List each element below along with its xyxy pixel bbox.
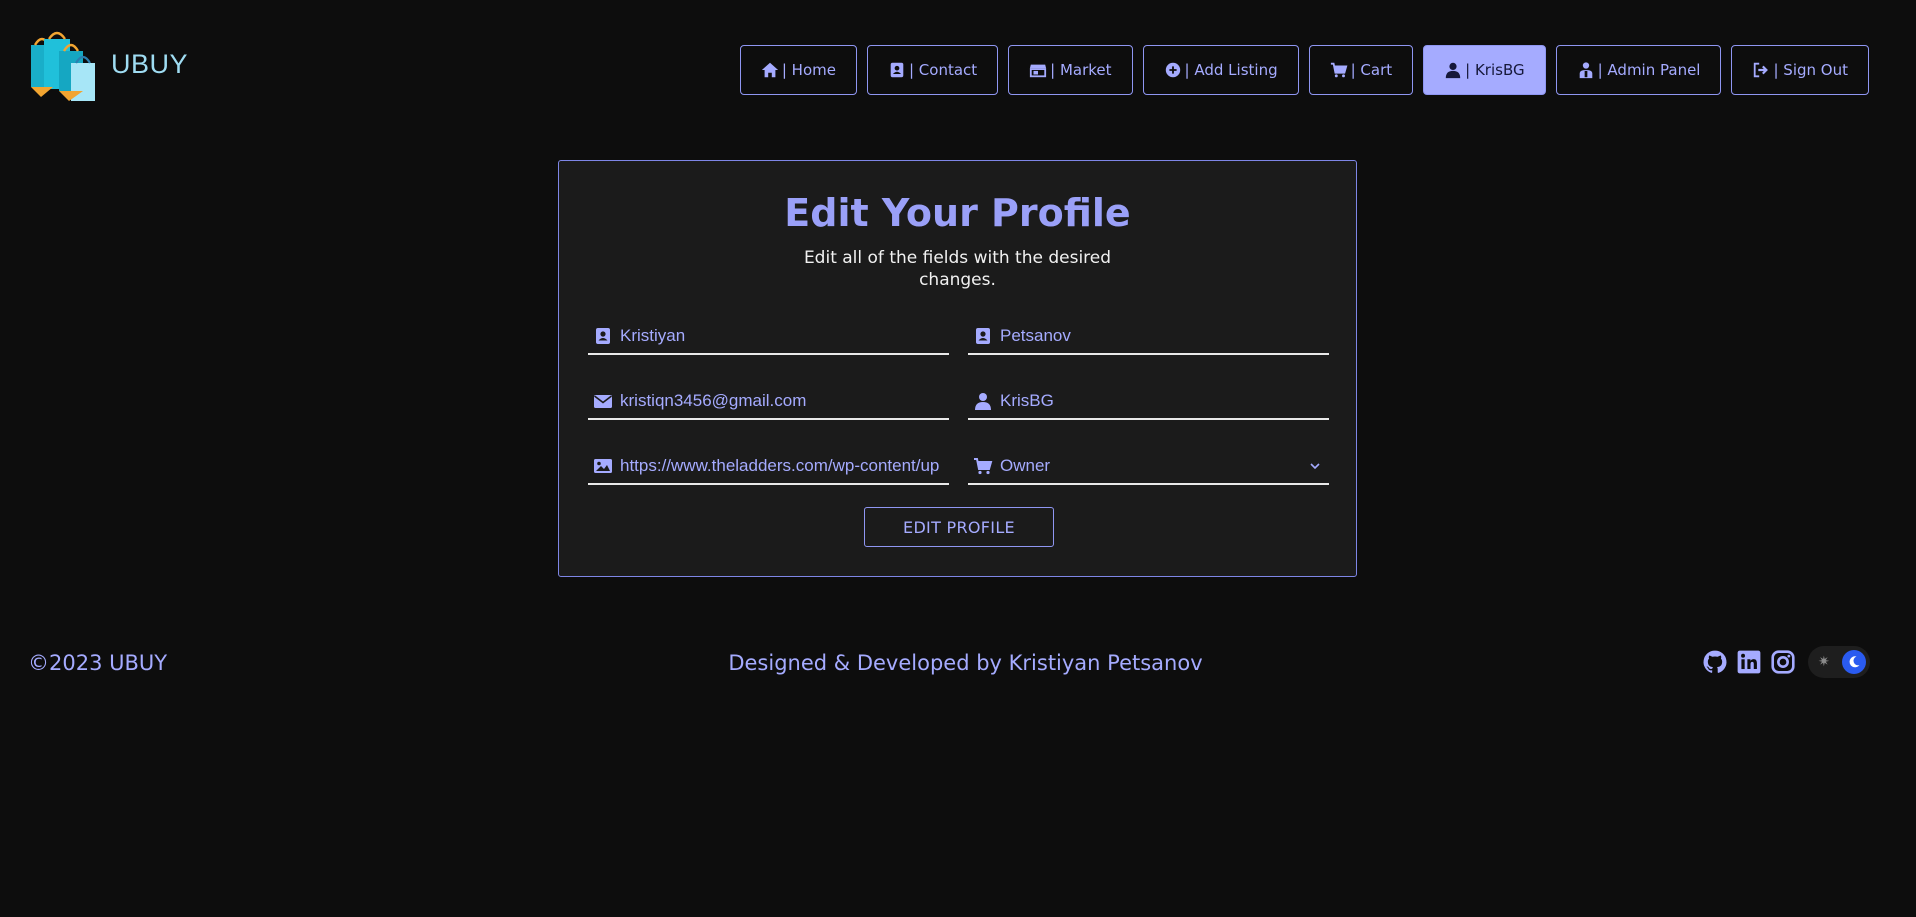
home-icon [761, 61, 779, 79]
image-url-value: https://www.theladders.com/wp-content/up [620, 456, 940, 475]
nav-market-button[interactable]: | Market [1008, 45, 1133, 95]
email-field[interactable]: kristiqn3456@gmail.com [588, 384, 949, 420]
theme-toggle[interactable]: ✷ [1808, 646, 1870, 678]
page-subtitle: Edit all of the fields with the desired … [803, 248, 1112, 290]
contact-card-icon [972, 325, 994, 347]
footer-credit: Designed & Developed by Kristiyan Petsan… [728, 651, 1203, 675]
page: UBUY | Home | Contact | Market | Add Lis… [0, 0, 1916, 917]
linkedin-icon[interactable] [1736, 649, 1762, 675]
user-icon [1444, 61, 1462, 79]
user-icon [972, 390, 994, 412]
nav-profile-label: | KrisBG [1465, 61, 1525, 79]
cart-icon [1330, 61, 1348, 79]
first-name-value: Kristiyan [620, 326, 686, 345]
username-field[interactable]: KrisBG [968, 384, 1329, 420]
moon-icon [1842, 650, 1866, 674]
image-icon [592, 455, 614, 477]
email-value: kristiqn3456@gmail.com [620, 391, 807, 410]
nav-add-listing-label: | Add Listing [1184, 61, 1278, 79]
brand-logo[interactable]: UBUY [29, 31, 188, 105]
last-name-value: Petsanov [1000, 326, 1071, 345]
nav-profile-button[interactable]: | KrisBG [1423, 45, 1546, 95]
nav-cart-button[interactable]: | Cart [1308, 45, 1414, 95]
nav-cart-label: | Cart [1350, 61, 1393, 79]
page-title: Edit Your Profile [784, 191, 1131, 235]
nav-home-button[interactable]: | Home [739, 45, 857, 95]
nav-sign-out-label: | Sign Out [1773, 61, 1848, 79]
first-name-field[interactable]: Kristiyan [588, 319, 949, 355]
nav-contact-button[interactable]: | Contact [866, 45, 999, 95]
contact-card-icon [888, 61, 906, 79]
last-name-field[interactable]: Petsanov [968, 319, 1329, 355]
chevron-down-icon[interactable] [1307, 458, 1323, 474]
nav-admin-panel-button[interactable]: | Admin Panel [1555, 45, 1722, 95]
contact-card-icon [592, 325, 614, 347]
plus-circle-icon [1164, 61, 1182, 79]
sign-out-icon [1752, 61, 1770, 79]
github-icon[interactable] [1702, 649, 1728, 675]
main-nav: | Home | Contact | Market | Add Listing … [739, 45, 1869, 95]
sun-icon: ✷ [1818, 654, 1830, 670]
edit-profile-button[interactable]: EDIT PROFILE [864, 507, 1054, 547]
nav-contact-label: | Contact [908, 61, 978, 79]
nav-add-listing-button[interactable]: | Add Listing [1142, 45, 1299, 95]
instagram-icon[interactable] [1770, 649, 1796, 675]
envelope-icon [592, 390, 614, 412]
social-links: ✷ [1702, 646, 1870, 678]
edit-profile-card: Edit Your Profile Edit all of the fields… [558, 160, 1357, 577]
admin-icon [1577, 61, 1595, 79]
image-url-field[interactable]: https://www.theladders.com/wp-content/up [588, 449, 949, 485]
nav-home-label: | Home [781, 61, 836, 79]
nav-admin-panel-label: | Admin Panel [1597, 61, 1701, 79]
brand-name: UBUY [111, 48, 189, 79]
nav-sign-out-button[interactable]: | Sign Out [1731, 45, 1869, 95]
store-icon [1029, 61, 1047, 79]
username-value: KrisBG [1000, 391, 1054, 410]
role-select[interactable]: Owner [968, 449, 1329, 485]
shopping-bags-logo-icon [31, 31, 95, 101]
cart-icon [972, 455, 994, 477]
role-value: Owner [1000, 456, 1051, 475]
nav-market-label: | Market [1050, 61, 1112, 79]
